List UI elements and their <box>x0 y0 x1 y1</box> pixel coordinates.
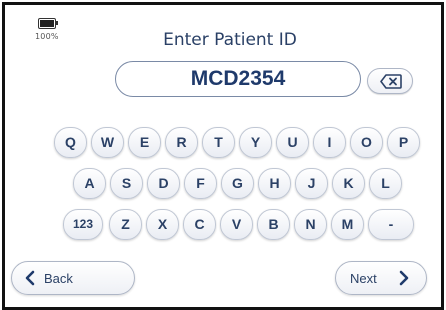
key-y[interactable]: Y <box>239 127 272 158</box>
page-title: Enter Patient ID <box>163 30 297 50</box>
key-x[interactable]: X <box>146 209 179 240</box>
key-a[interactable]: A <box>73 168 106 199</box>
battery-percent: 100% <box>35 32 59 41</box>
key-c[interactable]: C <box>183 209 216 240</box>
backspace-icon <box>380 74 402 89</box>
key-w[interactable]: W <box>91 127 124 158</box>
key-j[interactable]: J <box>295 168 328 199</box>
key-f[interactable]: F <box>184 168 217 199</box>
key-z[interactable]: Z <box>109 209 142 240</box>
key-p[interactable]: P <box>387 127 420 158</box>
key-b[interactable]: B <box>257 209 290 240</box>
key-s[interactable]: S <box>110 168 143 199</box>
key-r[interactable]: R <box>165 127 198 158</box>
key-m[interactable]: M <box>331 209 364 240</box>
backspace-button[interactable] <box>367 68 413 94</box>
battery-indicator: 100% <box>35 15 75 43</box>
device-screen: 100% Enter Patient ID MCD2354 Q W E R T … <box>2 2 444 310</box>
next-label: Next <box>350 271 377 286</box>
key-l[interactable]: L <box>369 168 402 199</box>
key-o[interactable]: O <box>350 127 383 158</box>
key-n[interactable]: N <box>294 209 327 240</box>
key-g[interactable]: G <box>221 168 254 199</box>
key-u[interactable]: U <box>276 127 309 158</box>
battery-icon <box>38 18 56 29</box>
key-v[interactable]: V <box>220 209 253 240</box>
key-k[interactable]: K <box>332 168 365 199</box>
chevron-right-icon <box>399 270 409 286</box>
key-q[interactable]: Q <box>54 127 87 158</box>
key-123[interactable]: 123 <box>63 209 103 240</box>
key-h[interactable]: H <box>258 168 291 199</box>
key-e[interactable]: E <box>128 127 161 158</box>
next-button[interactable]: Next <box>335 261 427 295</box>
key-t[interactable]: T <box>202 127 235 158</box>
key-i[interactable]: I <box>313 127 346 158</box>
back-button[interactable]: Back <box>11 261 135 295</box>
key-dash[interactable]: - <box>368 209 414 240</box>
chevron-left-icon <box>25 270 35 286</box>
back-label: Back <box>44 271 73 286</box>
patient-id-input[interactable]: MCD2354 <box>115 61 361 97</box>
key-d[interactable]: D <box>147 168 180 199</box>
